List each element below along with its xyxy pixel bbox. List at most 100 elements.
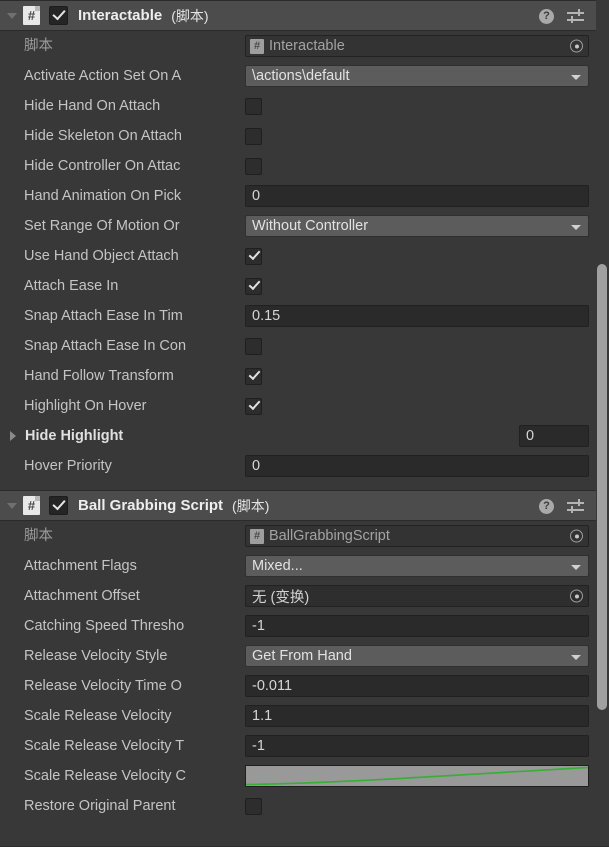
object-picker-icon[interactable]: [570, 529, 583, 543]
component-header-2[interactable]: # Ball Grabbing Script (脚本)?: [0, 490, 609, 521]
property-label: Snap Attach Ease In Tim: [24, 308, 183, 324]
property-field: # Interactable: [245, 31, 609, 61]
property-row: Snap Attach Ease In Tim 0.15: [0, 301, 609, 331]
property-field: 0.15: [245, 301, 609, 331]
component-enabled-checkbox[interactable]: [49, 6, 68, 25]
property-row: Release Velocity Style Get From Hand: [0, 641, 609, 671]
dropdown-field[interactable]: Get From Hand: [245, 645, 589, 667]
property-label: Hide Hand On Attach: [24, 98, 161, 114]
property-label: Hide Controller On Attac: [24, 158, 181, 174]
object-field[interactable]: # Interactable: [245, 35, 589, 57]
help-icon[interactable]: ?: [539, 499, 554, 514]
text-input[interactable]: 0: [245, 455, 589, 477]
property-field: [245, 91, 609, 121]
dropdown-field[interactable]: \actions\default: [245, 65, 589, 87]
property-row: Catching Speed Thresho -1: [0, 611, 609, 641]
chevron-down-icon: [571, 565, 581, 570]
checkbox-input[interactable]: [245, 247, 262, 265]
text-input[interactable]: -1: [245, 735, 589, 757]
component-subtitle: (脚本): [232, 497, 270, 514]
property-row[interactable]: Hide Highlight 0: [0, 421, 609, 451]
dropdown-field[interactable]: Without Controller: [245, 215, 589, 237]
component-enabled-checkbox[interactable]: [49, 496, 68, 515]
property-field: [245, 271, 609, 301]
property-label: 脚本: [24, 38, 53, 54]
property-row: Use Hand Object Attach: [0, 241, 609, 271]
property-field: [245, 331, 609, 361]
help-icon[interactable]: ?: [539, 9, 554, 24]
property-row: Set Range Of Motion Or Without Controller: [0, 211, 609, 241]
preset-settings-icon[interactable]: [567, 499, 584, 514]
inspector-scrollbar-thumb[interactable]: [597, 264, 607, 710]
object-field[interactable]: # BallGrabbingScript: [245, 525, 589, 547]
array-size-field[interactable]: 0: [519, 425, 589, 447]
object-picker-icon[interactable]: [570, 39, 583, 53]
property-row: Activate Action Set On A \actions\default: [0, 61, 609, 91]
checkbox-input[interactable]: [245, 97, 262, 115]
property-label: Scale Release Velocity T: [24, 738, 185, 754]
preset-settings-icon[interactable]: [567, 9, 584, 24]
component-header-1[interactable]: # Interactable (脚本)?: [0, 0, 609, 31]
script-file-icon: #: [250, 38, 264, 54]
checkmark-icon: [248, 247, 260, 261]
object-field-value: 无 (变换): [252, 589, 310, 606]
chevron-down-icon: [571, 225, 581, 230]
array-foldout-toggle[interactable]: [6, 431, 20, 441]
component-spacer: [0, 481, 609, 490]
checkbox-input[interactable]: [245, 127, 262, 145]
chevron-down-icon: [7, 502, 17, 509]
checkmark-icon: [248, 277, 260, 291]
inspector-panel: # Interactable (脚本)? 脚本 # Interactable Activat…: [0, 0, 609, 847]
checkbox-input[interactable]: [245, 367, 262, 385]
component-foldout-toggle[interactable]: [5, 490, 19, 521]
property-field: -0.011: [245, 671, 609, 701]
property-field: -1: [245, 731, 609, 761]
dropdown-value: Without Controller: [252, 218, 369, 234]
property-label: Attachment Offset: [24, 588, 140, 604]
property-label: Restore Original Parent: [24, 798, 176, 814]
property-field: 无 (变换): [245, 581, 609, 611]
text-input[interactable]: 0: [245, 185, 589, 207]
components-host: # Interactable (脚本)? 脚本 # Interactable Activat…: [0, 0, 609, 821]
property-label: Scale Release Velocity: [24, 708, 172, 724]
object-picker-icon[interactable]: [570, 589, 583, 603]
animation-curve-field[interactable]: [245, 765, 589, 787]
checkmark-icon: [248, 367, 260, 381]
property-field: [245, 121, 609, 151]
component-foldout-toggle[interactable]: [5, 0, 19, 31]
property-row: Hide Skeleton On Attach: [0, 121, 609, 151]
property-label: Use Hand Object Attach: [24, 248, 179, 264]
property-label: Hide Skeleton On Attach: [24, 128, 182, 144]
dropdown-value: \actions\default: [252, 68, 350, 84]
checkbox-input[interactable]: [245, 277, 262, 295]
property-field: [245, 151, 609, 181]
text-input[interactable]: 0.15: [245, 305, 589, 327]
checkbox-input[interactable]: [245, 337, 262, 355]
script-file-icon: #: [250, 528, 264, 544]
text-input[interactable]: -1: [245, 615, 589, 637]
text-input[interactable]: 1.1: [245, 705, 589, 727]
text-input[interactable]: -0.011: [245, 675, 589, 697]
property-label: Snap Attach Ease In Con: [24, 338, 187, 354]
object-field-value: Interactable: [269, 38, 345, 54]
property-field: [245, 241, 609, 271]
property-row: 脚本 # BallGrabbingScript: [0, 521, 609, 551]
object-field[interactable]: 无 (变换): [245, 585, 589, 607]
property-field: # BallGrabbingScript: [245, 521, 609, 551]
property-row: Hand Follow Transform: [0, 361, 609, 391]
property-row: Attach Ease In: [0, 271, 609, 301]
property-label: Attach Ease In: [24, 278, 119, 294]
property-label: Highlight On Hover: [24, 398, 147, 414]
checkbox-input[interactable]: [245, 157, 262, 175]
checkbox-input[interactable]: [245, 797, 262, 815]
property-field: [245, 361, 609, 391]
property-row: Scale Release Velocity 1.1: [0, 701, 609, 731]
property-label: Release Velocity Time O: [24, 678, 182, 694]
property-label: Hover Priority: [24, 458, 112, 474]
property-row: Scale Release Velocity C: [0, 761, 609, 791]
property-field: 1.1: [245, 701, 609, 731]
dropdown-field[interactable]: Mixed...: [245, 555, 589, 577]
inspector-scrollbar-track[interactable]: [596, 0, 609, 847]
checkbox-input[interactable]: [245, 397, 262, 415]
script-file-icon: #: [23, 6, 40, 25]
